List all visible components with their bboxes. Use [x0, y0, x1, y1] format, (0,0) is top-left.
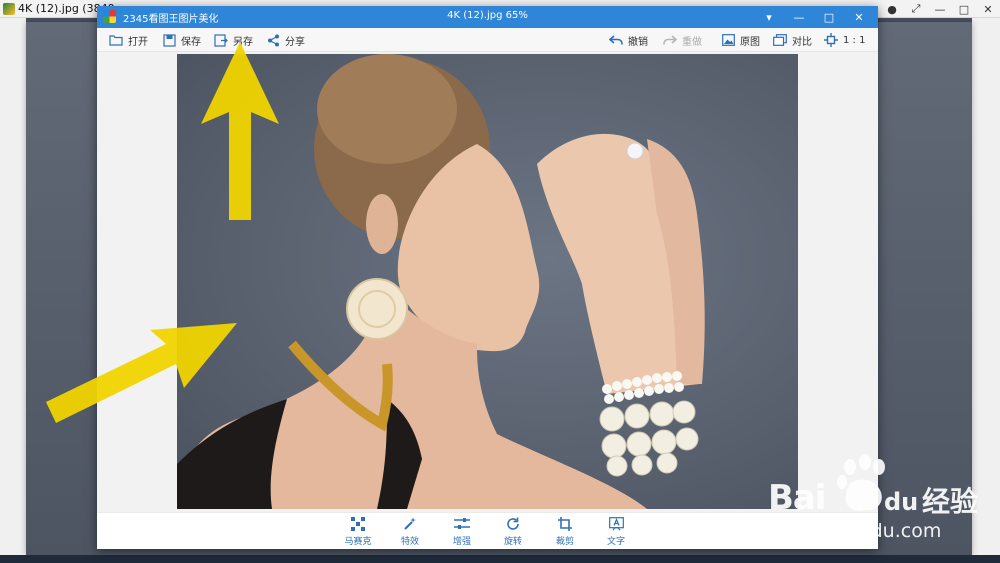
enhance-label: 增强 — [452, 537, 471, 547]
close-button[interactable]: ✕ — [844, 6, 874, 28]
rotate-label: 旋转 — [503, 537, 522, 547]
viewer-app-icon — [3, 3, 15, 15]
sliders-icon — [454, 516, 470, 532]
image-icon — [721, 33, 735, 47]
mosaic-icon — [350, 516, 366, 532]
back-window-controls: ● ⤢ — □ ✕ — [880, 0, 1000, 18]
back-close-button[interactable]: ✕ — [976, 0, 1000, 18]
crop-icon — [557, 516, 573, 532]
effects-tool[interactable]: 特效 — [388, 516, 432, 547]
fit-icon — [824, 33, 838, 47]
open-label: 打开 — [128, 36, 148, 48]
original-image-label: 原图 — [740, 36, 760, 48]
rotate-icon — [505, 516, 521, 532]
enhance-tool[interactable]: 增强 — [440, 516, 484, 547]
undo-icon — [609, 33, 623, 47]
image-editor-window: 2345看图王图片美化 4K (12).jpg 65% ▾ — □ ✕ 打开 保… — [97, 6, 878, 549]
crop-tool[interactable]: 裁剪 — [543, 516, 587, 547]
rotate-tool[interactable]: 旋转 — [491, 516, 535, 547]
text-icon — [608, 516, 624, 532]
folder-icon — [109, 33, 123, 47]
bottom-toolbar: 马赛克 特效 增强 旋转 裁剪 文字 — [97, 512, 878, 549]
redo-label: 重做 — [682, 36, 702, 48]
original-image-button[interactable]: 原图 — [721, 28, 760, 52]
window-controls: ▾ — □ ✕ — [754, 6, 874, 28]
taskbar-strip — [0, 555, 1000, 563]
back-fullscreen-button[interactable]: ⤢ — [904, 0, 928, 18]
compare-icon — [773, 33, 787, 47]
save-icon — [162, 33, 176, 47]
save-label: 保存 — [181, 36, 201, 48]
back-minimize-button[interactable]: — — [928, 0, 952, 18]
text-tool[interactable]: 文字 — [594, 516, 638, 547]
share-icon — [266, 33, 280, 47]
back-maximize-button[interactable]: □ — [952, 0, 976, 18]
compare-label: 对比 — [792, 36, 812, 48]
back-window-right-margin — [972, 18, 1000, 563]
share-button[interactable]: 分享 — [266, 28, 305, 52]
actual-size-button[interactable]: 1 : 1 — [824, 28, 865, 52]
portrait-illustration — [177, 54, 705, 509]
portrait-photo — [177, 54, 798, 509]
top-toolbar: 打开 保存 另存 分享 撤销 重做 原图 对比 1: 1 — [97, 28, 878, 52]
menu-dropdown-button[interactable]: ▾ — [754, 6, 784, 28]
redo-icon — [663, 33, 677, 47]
back-skin-button[interactable]: ● — [880, 0, 904, 18]
undo-label: 撤销 — [628, 36, 648, 48]
crop-label: 裁剪 — [555, 537, 574, 547]
editor-titlebar[interactable]: 2345看图王图片美化 4K (12).jpg 65% ▾ — □ ✕ — [97, 6, 878, 28]
canvas-area — [97, 52, 878, 512]
save-button[interactable]: 保存 — [162, 28, 201, 52]
share-label: 分享 — [285, 36, 305, 48]
mosaic-tool[interactable]: 马赛克 — [336, 516, 380, 547]
compare-button[interactable]: 对比 — [773, 28, 812, 52]
text-label: 文字 — [606, 537, 625, 547]
effects-label: 特效 — [400, 537, 419, 547]
undo-button[interactable]: 撤销 — [609, 28, 648, 52]
redo-button[interactable]: 重做 — [663, 28, 702, 52]
minimize-button[interactable]: — — [784, 6, 814, 28]
save-as-icon — [214, 33, 228, 47]
maximize-button[interactable]: □ — [814, 6, 844, 28]
mosaic-label: 马赛克 — [344, 537, 372, 547]
save-as-button[interactable]: 另存 — [214, 28, 253, 52]
back-window-left-margin — [0, 18, 26, 563]
save-as-label: 另存 — [233, 36, 253, 48]
open-button[interactable]: 打开 — [109, 28, 148, 52]
actual-size-label: 1 : 1 — [843, 34, 866, 46]
magic-wand-icon — [402, 516, 418, 532]
